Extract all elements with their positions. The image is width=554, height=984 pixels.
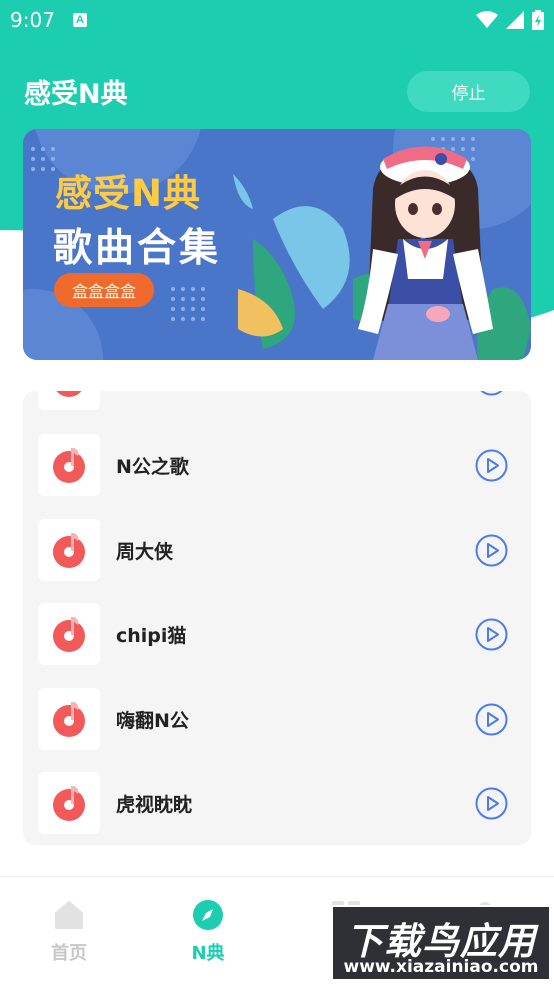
stop-button[interactable]: 停止 — [407, 70, 530, 112]
tab-label: N典 — [191, 943, 225, 964]
status-bar: 9:07 A — [0, 0, 554, 40]
song-title: 周大侠 — [116, 541, 174, 563]
tab-home[interactable]: 首页 — [19, 877, 119, 984]
music-note-icon — [56, 391, 82, 397]
tab-ndian[interactable]: N典 — [158, 877, 258, 984]
music-note-icon — [53, 617, 85, 652]
list-item[interactable]: N公之歌 — [23, 434, 531, 496]
play-icon[interactable] — [475, 787, 508, 820]
app-header: 感受N典 停止 — [0, 64, 554, 118]
play-icon[interactable] — [475, 703, 508, 736]
battery-icon — [532, 10, 544, 30]
music-note-icon — [53, 448, 85, 483]
home-icon — [55, 901, 83, 929]
play-icon[interactable] — [475, 449, 508, 482]
music-note-icon — [53, 702, 85, 737]
list-item[interactable]: 虎视眈眈 — [23, 772, 531, 834]
list-item[interactable] — [23, 391, 531, 410]
song-title: 嗨翻N公 — [116, 710, 189, 732]
status-time: 9:07 — [10, 8, 55, 32]
song-thumbnail — [38, 603, 100, 665]
play-icon[interactable] — [475, 391, 508, 396]
tab-label: 首页 — [51, 943, 87, 964]
song-title: chipi猫 — [116, 625, 187, 647]
status-icons — [476, 10, 544, 30]
play-icon[interactable] — [475, 534, 508, 567]
banner-tag: 盒盒盒盒 — [54, 273, 154, 307]
a-icon: A — [72, 13, 87, 27]
song-thumbnail — [38, 391, 100, 410]
banner[interactable]: 感受N典 歌曲合集 盒盒盒盒 — [23, 129, 531, 360]
play-icon[interactable] — [475, 618, 508, 651]
list-item[interactable]: 周大侠 — [23, 519, 531, 581]
song-list: N公之歌 周大侠 chipi猫 嗨翻N公 虎视眈眈 — [23, 391, 531, 845]
list-item[interactable]: 嗨翻N公 — [23, 688, 531, 750]
song-thumbnail — [38, 772, 100, 834]
music-note-icon — [53, 786, 85, 821]
music-note-icon — [53, 533, 85, 568]
list-item[interactable]: chipi猫 — [23, 603, 531, 665]
watermark: 下载鸟应用 www.xiazainiao.com — [331, 905, 551, 981]
signal-icon — [506, 11, 524, 29]
song-thumbnail — [38, 434, 100, 496]
banner-title: 感受N典 — [55, 172, 201, 215]
banner-subtitle: 歌曲合集 — [53, 226, 222, 271]
watermark-url: www.xiazainiao.com — [343, 957, 539, 977]
wifi-icon — [476, 11, 498, 28]
song-thumbnail — [38, 688, 100, 750]
compass-icon — [193, 900, 223, 930]
character-illustration — [358, 146, 493, 360]
song-title: N公之歌 — [116, 456, 189, 478]
song-title: 虎视眈眈 — [116, 794, 193, 816]
app-title: 感受N典 — [24, 78, 128, 110]
song-thumbnail — [38, 519, 100, 581]
